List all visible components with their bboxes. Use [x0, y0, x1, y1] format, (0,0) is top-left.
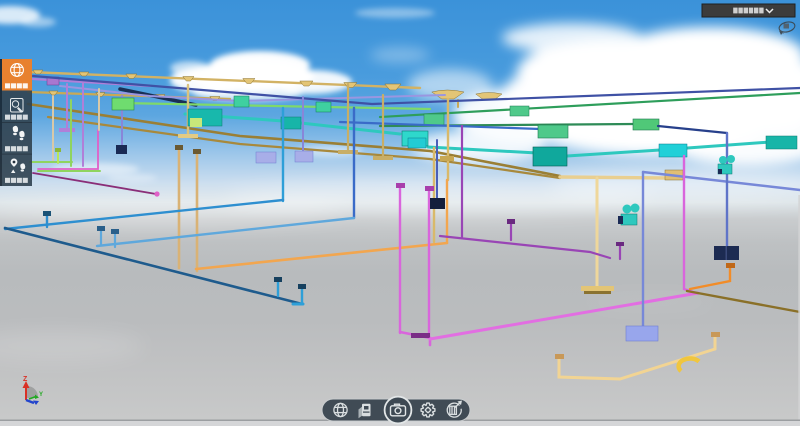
svg-text:Z: Z [23, 376, 28, 383]
svg-text:Y: Y [39, 392, 43, 398]
